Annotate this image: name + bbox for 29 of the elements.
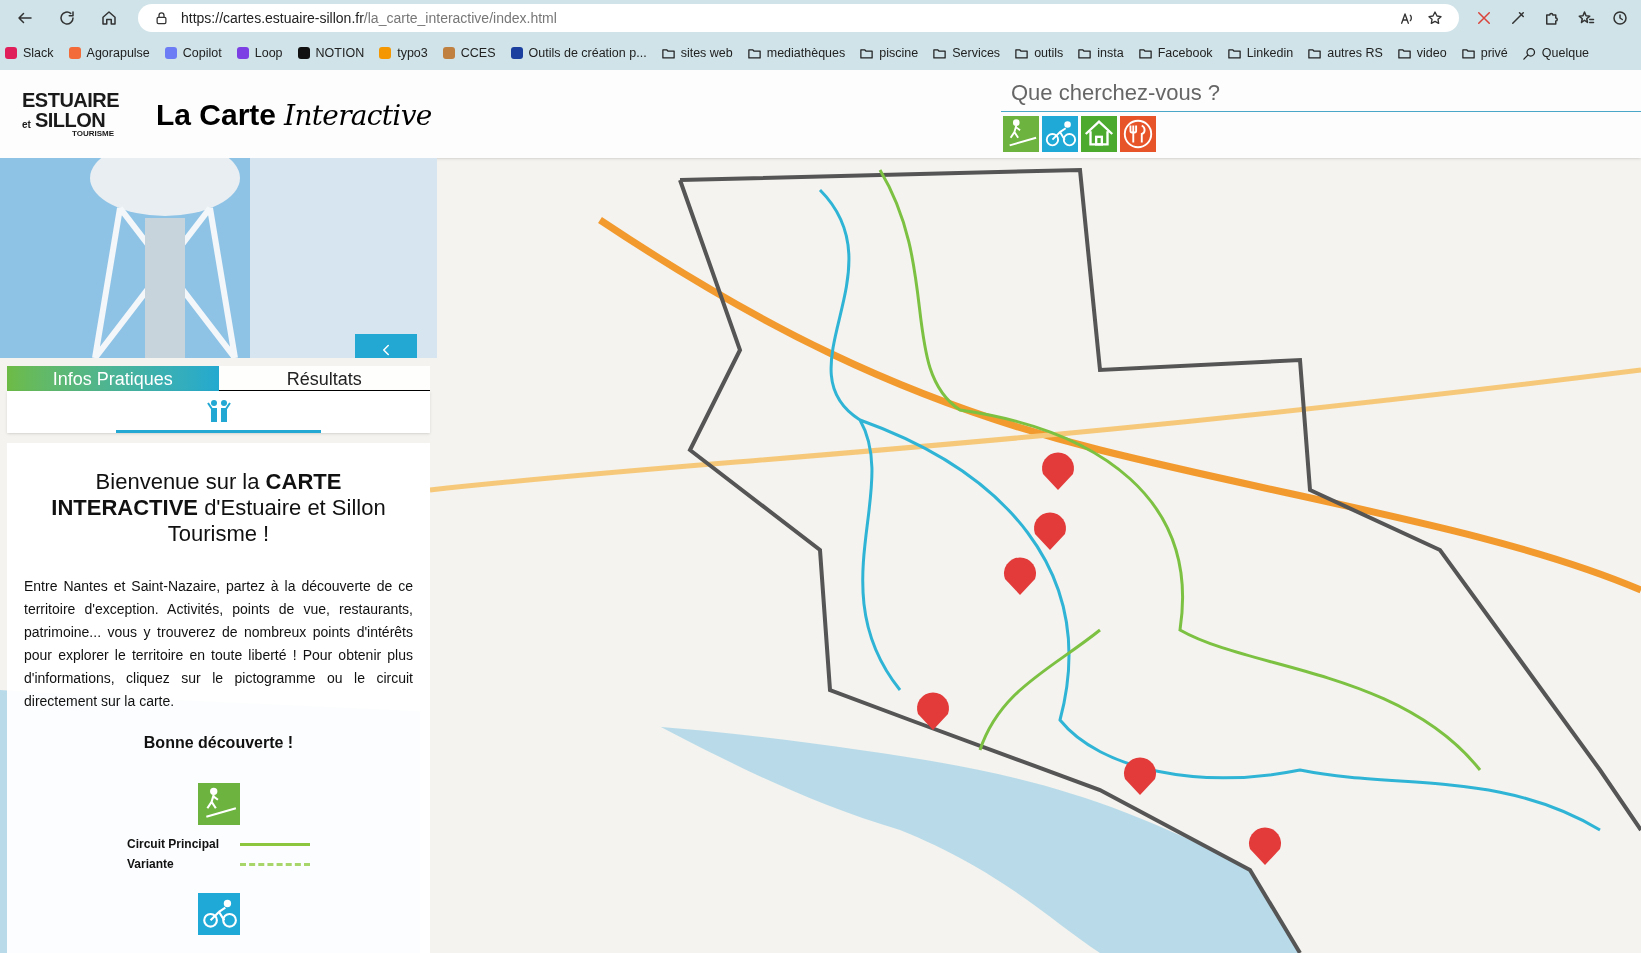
search-icon	[1521, 45, 1537, 61]
bookmark[interactable]: insta	[1077, 43, 1124, 63]
bookmark[interactable]: Services	[932, 43, 1001, 63]
bookmark[interactable]: Slack	[4, 43, 54, 63]
bookmark[interactable]: privé	[1460, 43, 1508, 63]
home-icon	[100, 9, 118, 27]
bookmark[interactable]: Linkedin	[1226, 43, 1294, 63]
bookmark[interactable]: Facebook	[1137, 43, 1213, 63]
bookmark[interactable]: sites web	[660, 43, 733, 63]
bookmark[interactable]: autres RS	[1307, 43, 1383, 63]
eyedropper-icon	[1509, 9, 1527, 27]
reload-icon	[58, 9, 76, 27]
star-icon	[1427, 10, 1443, 26]
bookmark[interactable]: Loop	[235, 43, 283, 63]
bookmark[interactable]: mediathèques	[746, 43, 846, 63]
bookmark[interactable]: NOTION	[296, 43, 365, 63]
bookmark[interactable]: piscine	[859, 43, 919, 63]
bookmark[interactable]: outils	[1014, 43, 1064, 63]
bookmark[interactable]: Outils de création p...	[509, 43, 647, 63]
bookmark[interactable]: CCES	[441, 43, 496, 63]
lock-icon	[154, 10, 169, 26]
address-bar[interactable]: https://cartes.estuaire-sillon.fr/la_carte_interactive/index.html	[138, 4, 1459, 32]
bookmark[interactable]: Quelque	[1521, 43, 1590, 63]
history-icon	[1611, 9, 1629, 27]
bookmark[interactable]: Copilot	[163, 43, 222, 63]
bookmark[interactable]: typo3	[378, 43, 428, 63]
url-text: https://cartes.estuaire-sillon.fr/la_carte_interactive/index.html	[181, 8, 557, 28]
bookmark[interactable]: video	[1396, 43, 1447, 63]
bookmark[interactable]: Agorapulse	[67, 43, 150, 63]
